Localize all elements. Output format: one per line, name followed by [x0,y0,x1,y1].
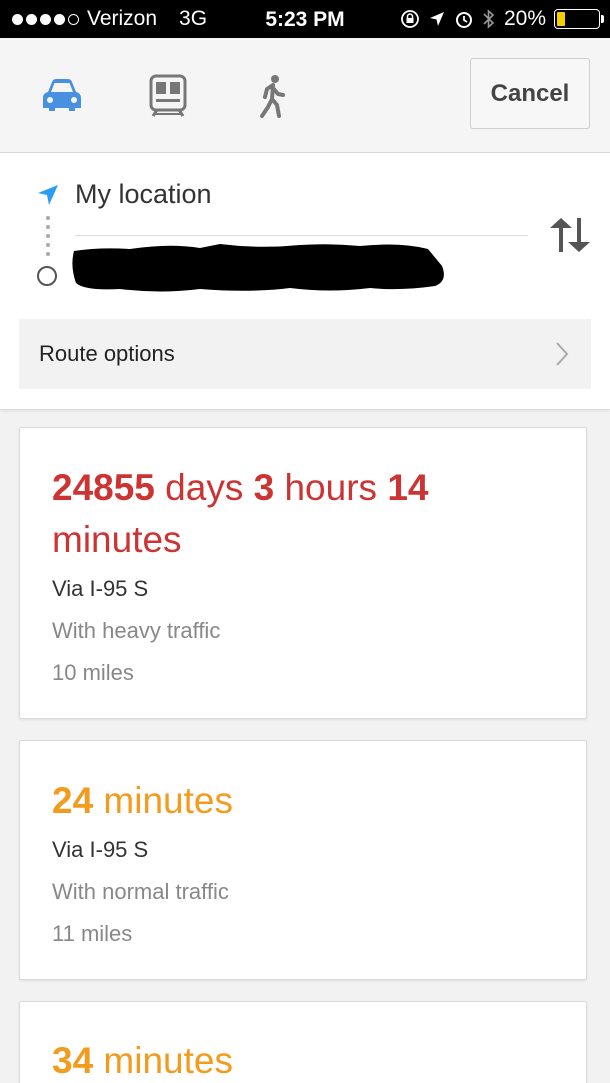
route-distance: 11 miles [52,921,133,946]
field-divider [75,235,528,236]
route-card-1[interactable]: 24855 days 3 hours 14 minutes Via I-95 S… [19,427,587,719]
route-duration: 34 minutes [52,1040,233,1081]
network-type: 3G [179,7,208,30]
cancel-button[interactable]: Cancel [470,58,590,129]
route-distance: 10 miles [52,660,134,685]
status-bar: Verizon 3G 5:23 PM 20% [0,0,610,38]
route-options-label: Route options [39,341,175,366]
route-via: Via I-95 S [52,576,149,601]
location-arrow-icon [429,12,444,26]
destination-field-redacted[interactable] [70,241,450,296]
directions-panel: My location Route options [0,153,610,410]
route-via: Via I-95 S [52,837,149,862]
car-icon[interactable] [39,76,85,114]
rotation-lock-icon [401,10,419,28]
battery-level [557,12,565,26]
carrier-name: Verizon [87,7,158,30]
route-duration: 24855 days 3 hours 14 minutes [52,467,429,560]
route-traffic: With heavy traffic [52,618,221,643]
walking-icon[interactable] [258,74,288,118]
route-duration: 24 minutes [52,780,233,821]
my-location-arrow-icon [38,185,58,205]
route-card-2[interactable]: 24 minutes Via I-95 S With normal traffi… [19,740,587,980]
destination-circle-icon [37,266,57,286]
signal-strength-icon [12,13,79,25]
transit-icon[interactable] [149,74,187,118]
route-traffic: With normal traffic [52,879,229,904]
route-connector [46,216,50,258]
bluetooth-icon [483,9,495,29]
route-options-button[interactable]: Route options [19,319,591,389]
battery-percent: 20% [503,7,546,30]
alarm-icon [455,12,472,28]
travel-mode-bar: Cancel [0,38,610,153]
swap-direction-icon[interactable] [545,218,591,252]
battery-icon [554,9,604,29]
route-card-3[interactable]: 34 minutes [19,1001,587,1083]
chevron-right-icon [556,342,569,366]
origin-field[interactable]: My location [75,179,212,210]
